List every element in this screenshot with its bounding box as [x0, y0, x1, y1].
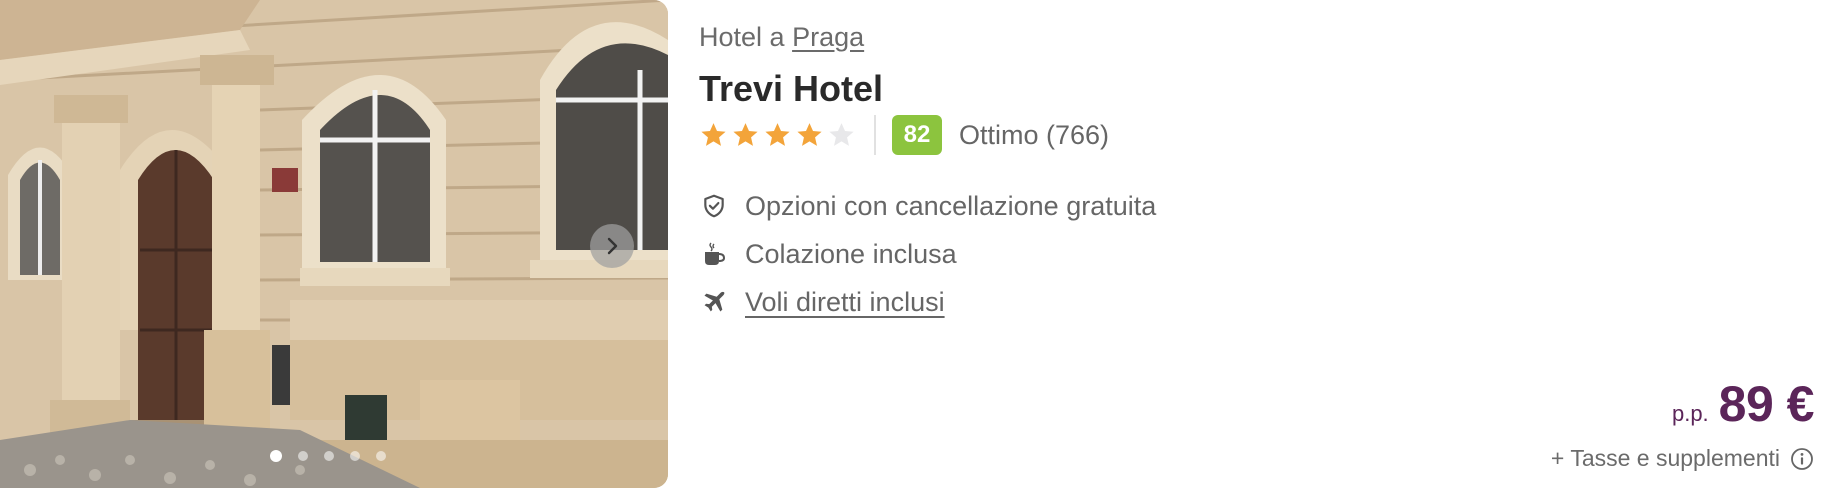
star-rating: [699, 121, 856, 150]
city-link[interactable]: Praga: [792, 22, 864, 52]
carousel-dot[interactable]: [376, 451, 386, 461]
plane-icon: [699, 287, 729, 317]
carousel-next-button[interactable]: [590, 224, 634, 268]
hotel-name[interactable]: Trevi Hotel: [699, 68, 883, 110]
review-score-badge: 82: [892, 115, 942, 155]
star-filled-icon: [797, 122, 822, 146]
feature-text: Opzioni con cancellazione gratuita: [745, 190, 1157, 221]
hotel-card[interactable]: Hotel a Praga Trevi Hotel 82 Ottimo (766…: [0, 0, 1842, 488]
per-person-label: p.p.: [1671, 401, 1709, 426]
carousel-dots: [270, 450, 386, 462]
taxes-text: + Tasse e supplementi: [1550, 445, 1780, 471]
building-facade-image: [0, 0, 668, 488]
carousel-dot[interactable]: [350, 451, 360, 461]
star-filled-icon: [701, 122, 726, 146]
star-empty-icon: [829, 122, 854, 146]
carousel-dot[interactable]: [324, 451, 334, 461]
star-filled-icon: [765, 122, 790, 146]
location-line: Hotel a Praga: [699, 22, 864, 53]
feature-list: Opzioni con cancellazione gratuita Colaz…: [699, 186, 1156, 330]
feature-direct-flights[interactable]: Voli diretti inclusi: [699, 282, 1156, 322]
hotel-photo[interactable]: [0, 0, 668, 488]
location-prefix: Hotel a: [699, 22, 785, 52]
price-amount: 89 €: [1718, 376, 1815, 432]
chevron-right-icon: [607, 237, 618, 255]
taxes-note: + Tasse e supplementi: [1551, 445, 1814, 472]
rating-divider: [874, 115, 876, 155]
feature-link[interactable]: Voli diretti inclusi: [745, 287, 945, 318]
feature-text: Colazione inclusa: [745, 238, 957, 269]
feature-breakfast: Colazione inclusa: [699, 234, 1156, 274]
price-line: p.p. 89 €: [1551, 375, 1815, 433]
info-icon[interactable]: [1790, 447, 1814, 471]
review-score-text[interactable]: Ottimo (766): [959, 120, 1109, 151]
star-filled-icon: [733, 122, 758, 146]
carousel-dot[interactable]: [270, 450, 282, 462]
carousel-dot[interactable]: [298, 451, 308, 461]
shield-check-icon: [699, 191, 729, 221]
feature-free-cancellation: Opzioni con cancellazione gratuita: [699, 186, 1156, 226]
price-block: p.p. 89 € + Tasse e supplementi: [1551, 375, 1815, 472]
coffee-cup-icon: [699, 239, 729, 269]
rating-row: 82 Ottimo (766): [699, 114, 1109, 156]
